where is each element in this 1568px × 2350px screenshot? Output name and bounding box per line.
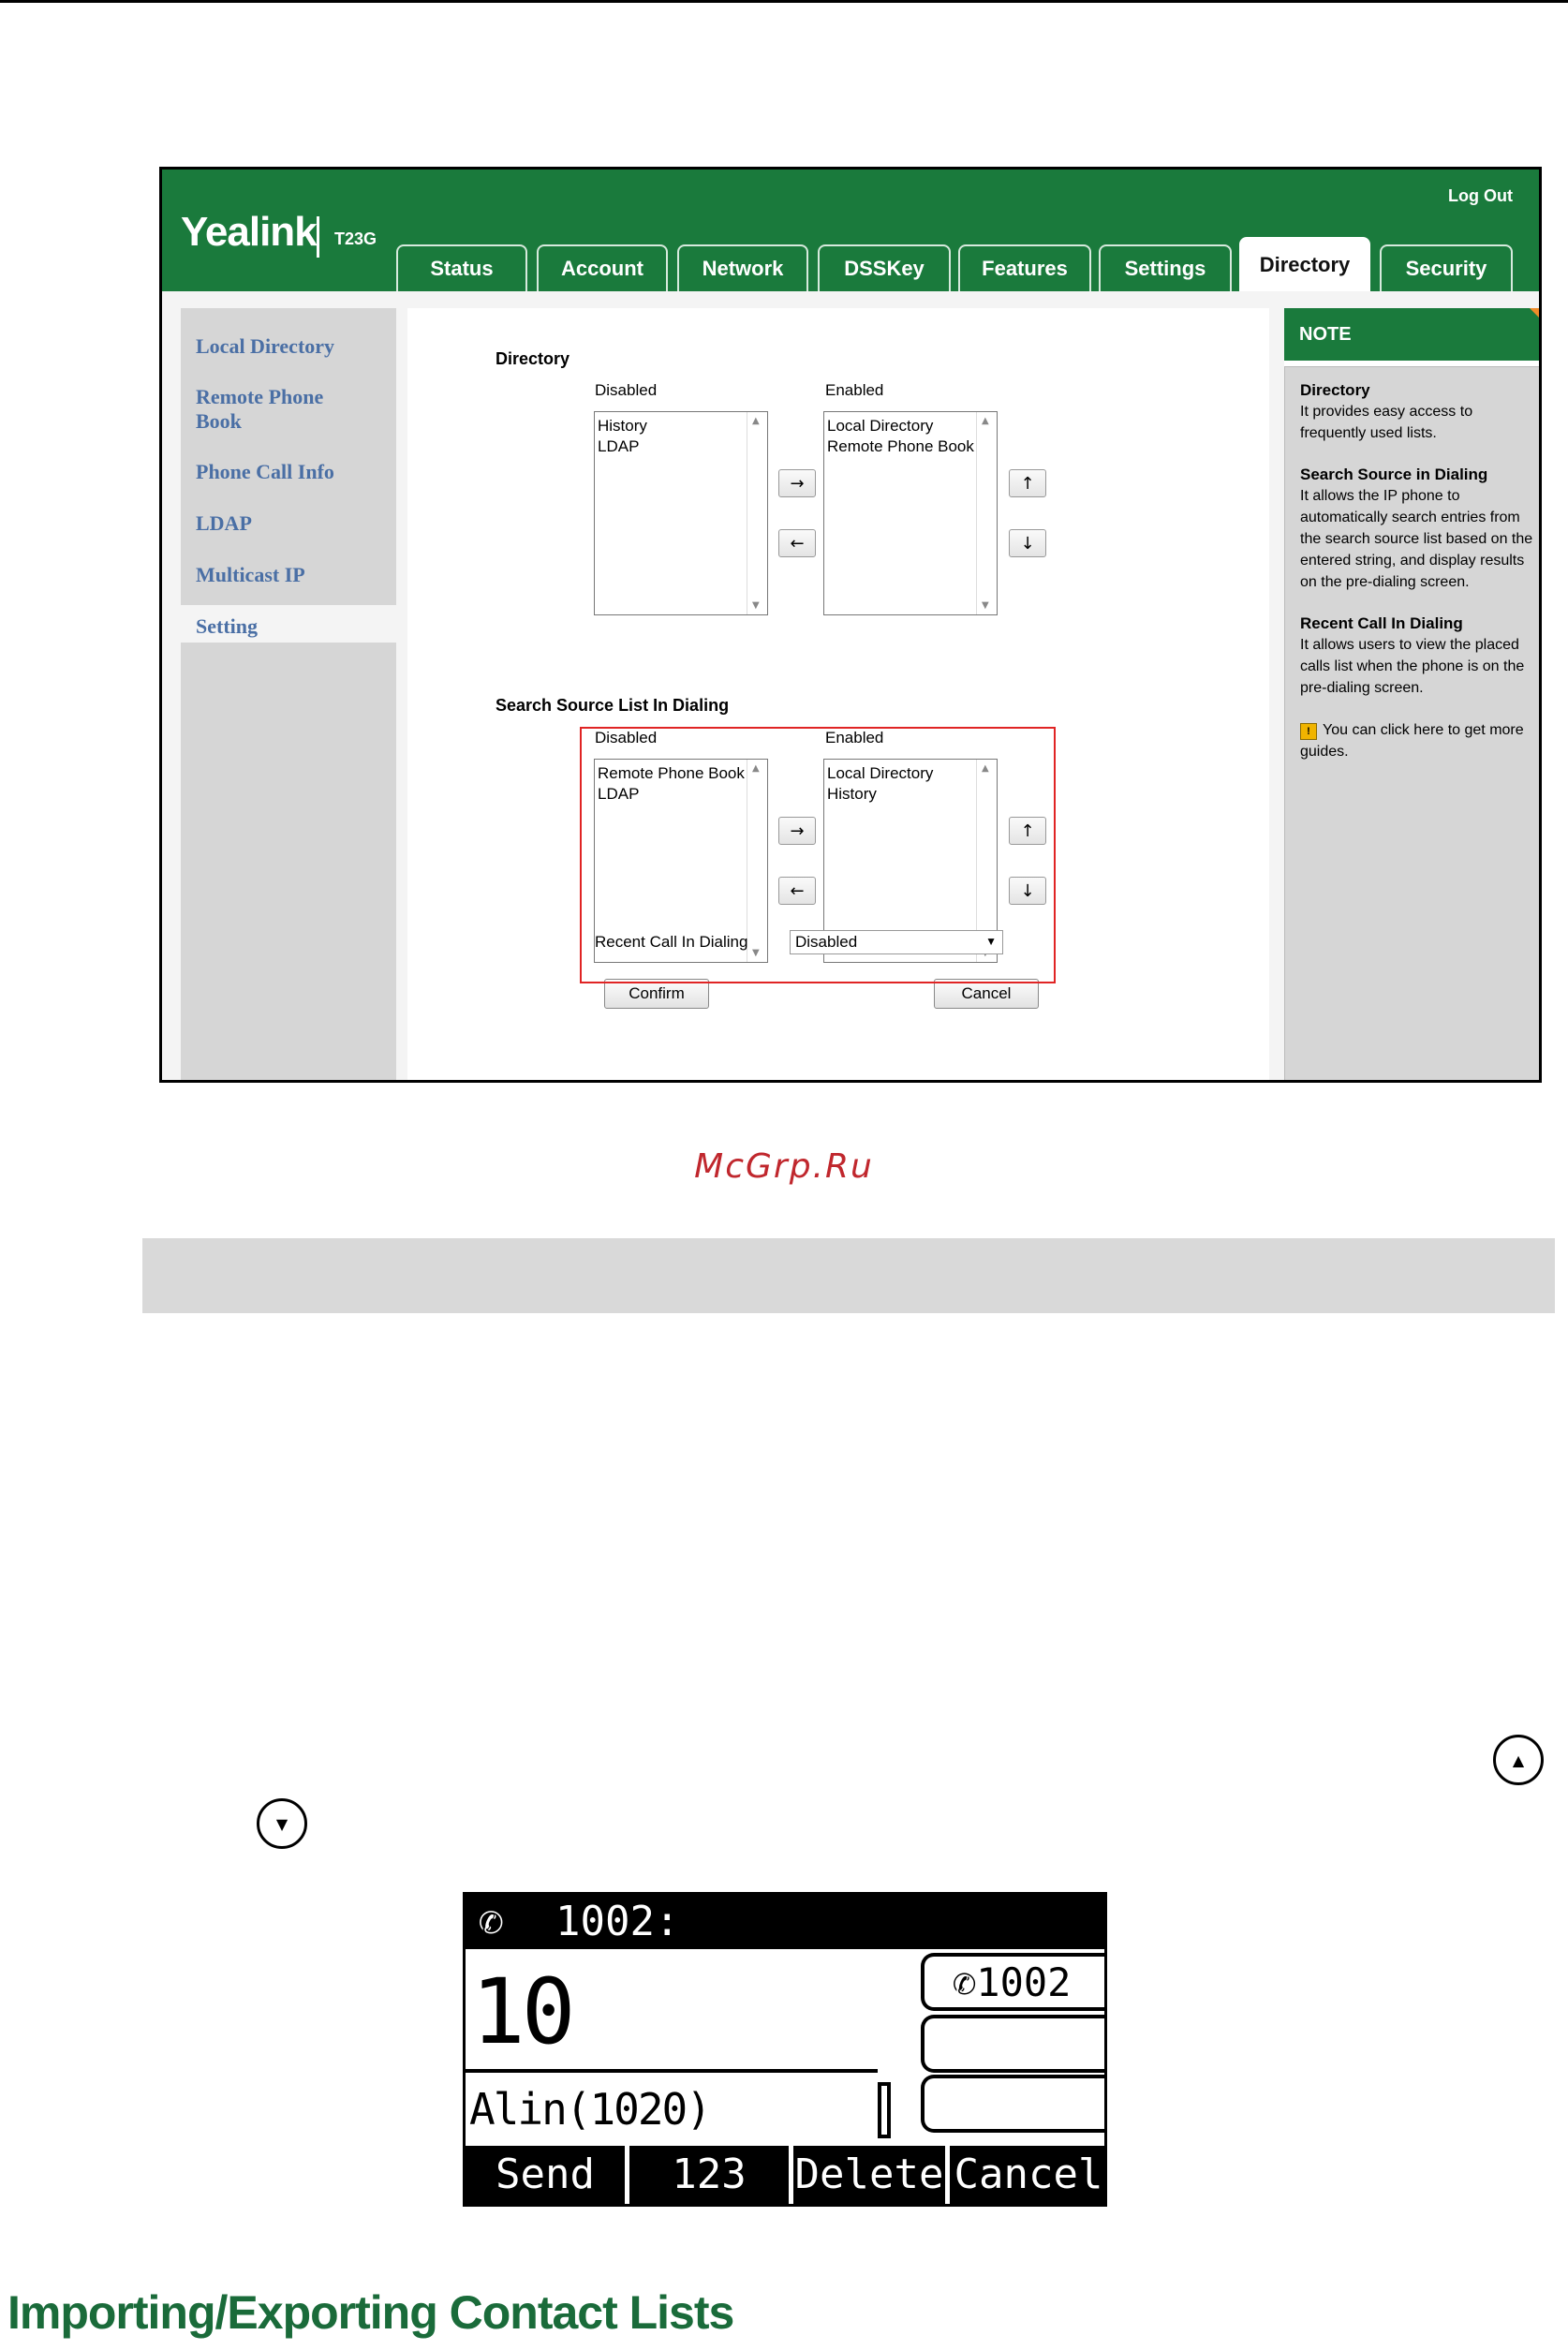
scrollbar[interactable]: ▲▼: [976, 412, 997, 614]
note-corner-icon: [1530, 308, 1539, 334]
search-source-highlight-box: [580, 727, 1056, 983]
yealink-logo: Yealink: [181, 209, 318, 255]
line-key-3[interactable]: [921, 2075, 1104, 2133]
tab-security[interactable]: Security: [1380, 244, 1513, 291]
list-item[interactable]: LDAP: [595, 436, 747, 457]
tab-settings[interactable]: Settings: [1099, 244, 1232, 291]
softkey-send[interactable]: Send: [466, 2146, 625, 2204]
tab-status[interactable]: Status: [396, 244, 527, 291]
directory-title: Directory: [496, 349, 570, 368]
note-directory-title: Directory: [1300, 381, 1370, 399]
note-search-source-text: It allows the IP phone to automatically …: [1300, 488, 1533, 590]
lcd-title-bar: ✆ 1002:: [466, 1895, 1104, 1949]
scroll-down-icon: ▼: [982, 600, 989, 611]
section-heading: Importing/Exporting Contact Lists: [7, 2286, 734, 2339]
line-key-1-label: ✆1002: [953, 1955, 1071, 2011]
text-cursor: [878, 2082, 891, 2138]
sidebar-item-phone-call-info[interactable]: Phone Call Info: [196, 460, 334, 484]
search-result-item[interactable]: Alin(1020): [469, 2078, 712, 2140]
header-bar: Yealink T23G Log Out Status Account Netw…: [162, 170, 1539, 291]
page-top-rule: [0, 0, 1568, 3]
sidebar-item-setting[interactable]: Setting: [196, 614, 258, 639]
phone-handset-icon: ✆: [953, 1959, 977, 2005]
sidebar-item-ldap[interactable]: LDAP: [196, 511, 252, 536]
phone-icon: ✆: [479, 1898, 504, 1945]
directory-move-down-button[interactable]: ↓: [1009, 529, 1046, 557]
model-label: T23G: [334, 229, 377, 248]
note-panel: NOTE Directory It provides easy access t…: [1284, 308, 1539, 1080]
directory-disabled-list[interactable]: History LDAP ▲ ▼: [594, 411, 768, 615]
softkey-cancel[interactable]: Cancel: [950, 2146, 1104, 2204]
directory-move-up-button[interactable]: ↑: [1009, 469, 1046, 497]
line-key-2[interactable]: [921, 2015, 1104, 2073]
tab-account[interactable]: Account: [537, 244, 668, 291]
directory-move-right-button[interactable]: →: [778, 469, 816, 497]
logo-separator: [317, 216, 319, 258]
sidebar-item-multicast-ip[interactable]: Multicast IP: [196, 563, 305, 587]
list-item[interactable]: History: [595, 416, 747, 436]
phone-lcd-screen: ✆ 1002: 10 Alin(1020) ✆1002 Send 123 Del…: [463, 1892, 1107, 2207]
note-search-source-title: Search Source in Dialing: [1300, 466, 1488, 483]
note-directory-text: It provides easy access to frequently us…: [1300, 404, 1473, 441]
search-source-title: Search Source List In Dialing: [496, 696, 730, 715]
scroll-up-icon: ▲: [752, 416, 760, 426]
grey-banner: [142, 1238, 1555, 1313]
directory-move-left-button[interactable]: ←: [778, 529, 816, 557]
note-recent-call-title: Recent Call In Dialing: [1300, 614, 1463, 632]
tab-dsskey[interactable]: DSSKey: [818, 244, 951, 291]
scroll-up-icon: ▲: [982, 416, 989, 426]
softkey-123[interactable]: 123: [629, 2146, 789, 2204]
softkey-delete[interactable]: Delete: [793, 2146, 945, 2204]
note-recent-call-text: It allows users to view the placed calls…: [1300, 637, 1525, 696]
scrollbar[interactable]: ▲▼: [747, 412, 767, 614]
scroll-down-icon: ▼: [752, 600, 760, 611]
watermark: McGrp.Ru: [694, 1147, 874, 1186]
dialed-number: 10: [471, 1959, 576, 2064]
navigation-down-key-icon: ▼: [257, 1798, 307, 1849]
directory-enabled-label: Enabled: [825, 381, 884, 399]
list-item[interactable]: Local Directory: [824, 416, 977, 436]
list-item[interactable]: Remote Phone Book: [824, 436, 977, 457]
note-header: NOTE: [1284, 308, 1539, 361]
lcd-account: 1002:: [555, 1898, 680, 1945]
note-body: Directory It provides easy access to fre…: [1284, 366, 1539, 1080]
directory-enabled-list[interactable]: Local Directory Remote Phone Book ▲ ▼: [823, 411, 998, 615]
sidebar-item-local-directory[interactable]: Local Directory: [196, 334, 334, 359]
tab-network[interactable]: Network: [677, 244, 808, 291]
guide-book-icon: !: [1300, 723, 1317, 740]
logout-link[interactable]: Log Out: [1448, 186, 1513, 206]
sidebar-item-remote-phone-book[interactable]: Remote Phone Book: [196, 385, 355, 434]
tab-features[interactable]: Features: [958, 244, 1091, 291]
note-guide-text: You can click here to get more guides.: [1300, 722, 1524, 760]
note-guide-link[interactable]: ! You can click here to get more guides.: [1300, 719, 1539, 762]
directory-disabled-label: Disabled: [595, 381, 658, 399]
tab-directory[interactable]: Directory: [1239, 237, 1370, 291]
line-key-1-number: 1002: [976, 1959, 1072, 2005]
lcd-input-underline: [466, 2069, 878, 2073]
navigation-up-key-icon: ▲: [1493, 1735, 1544, 1785]
